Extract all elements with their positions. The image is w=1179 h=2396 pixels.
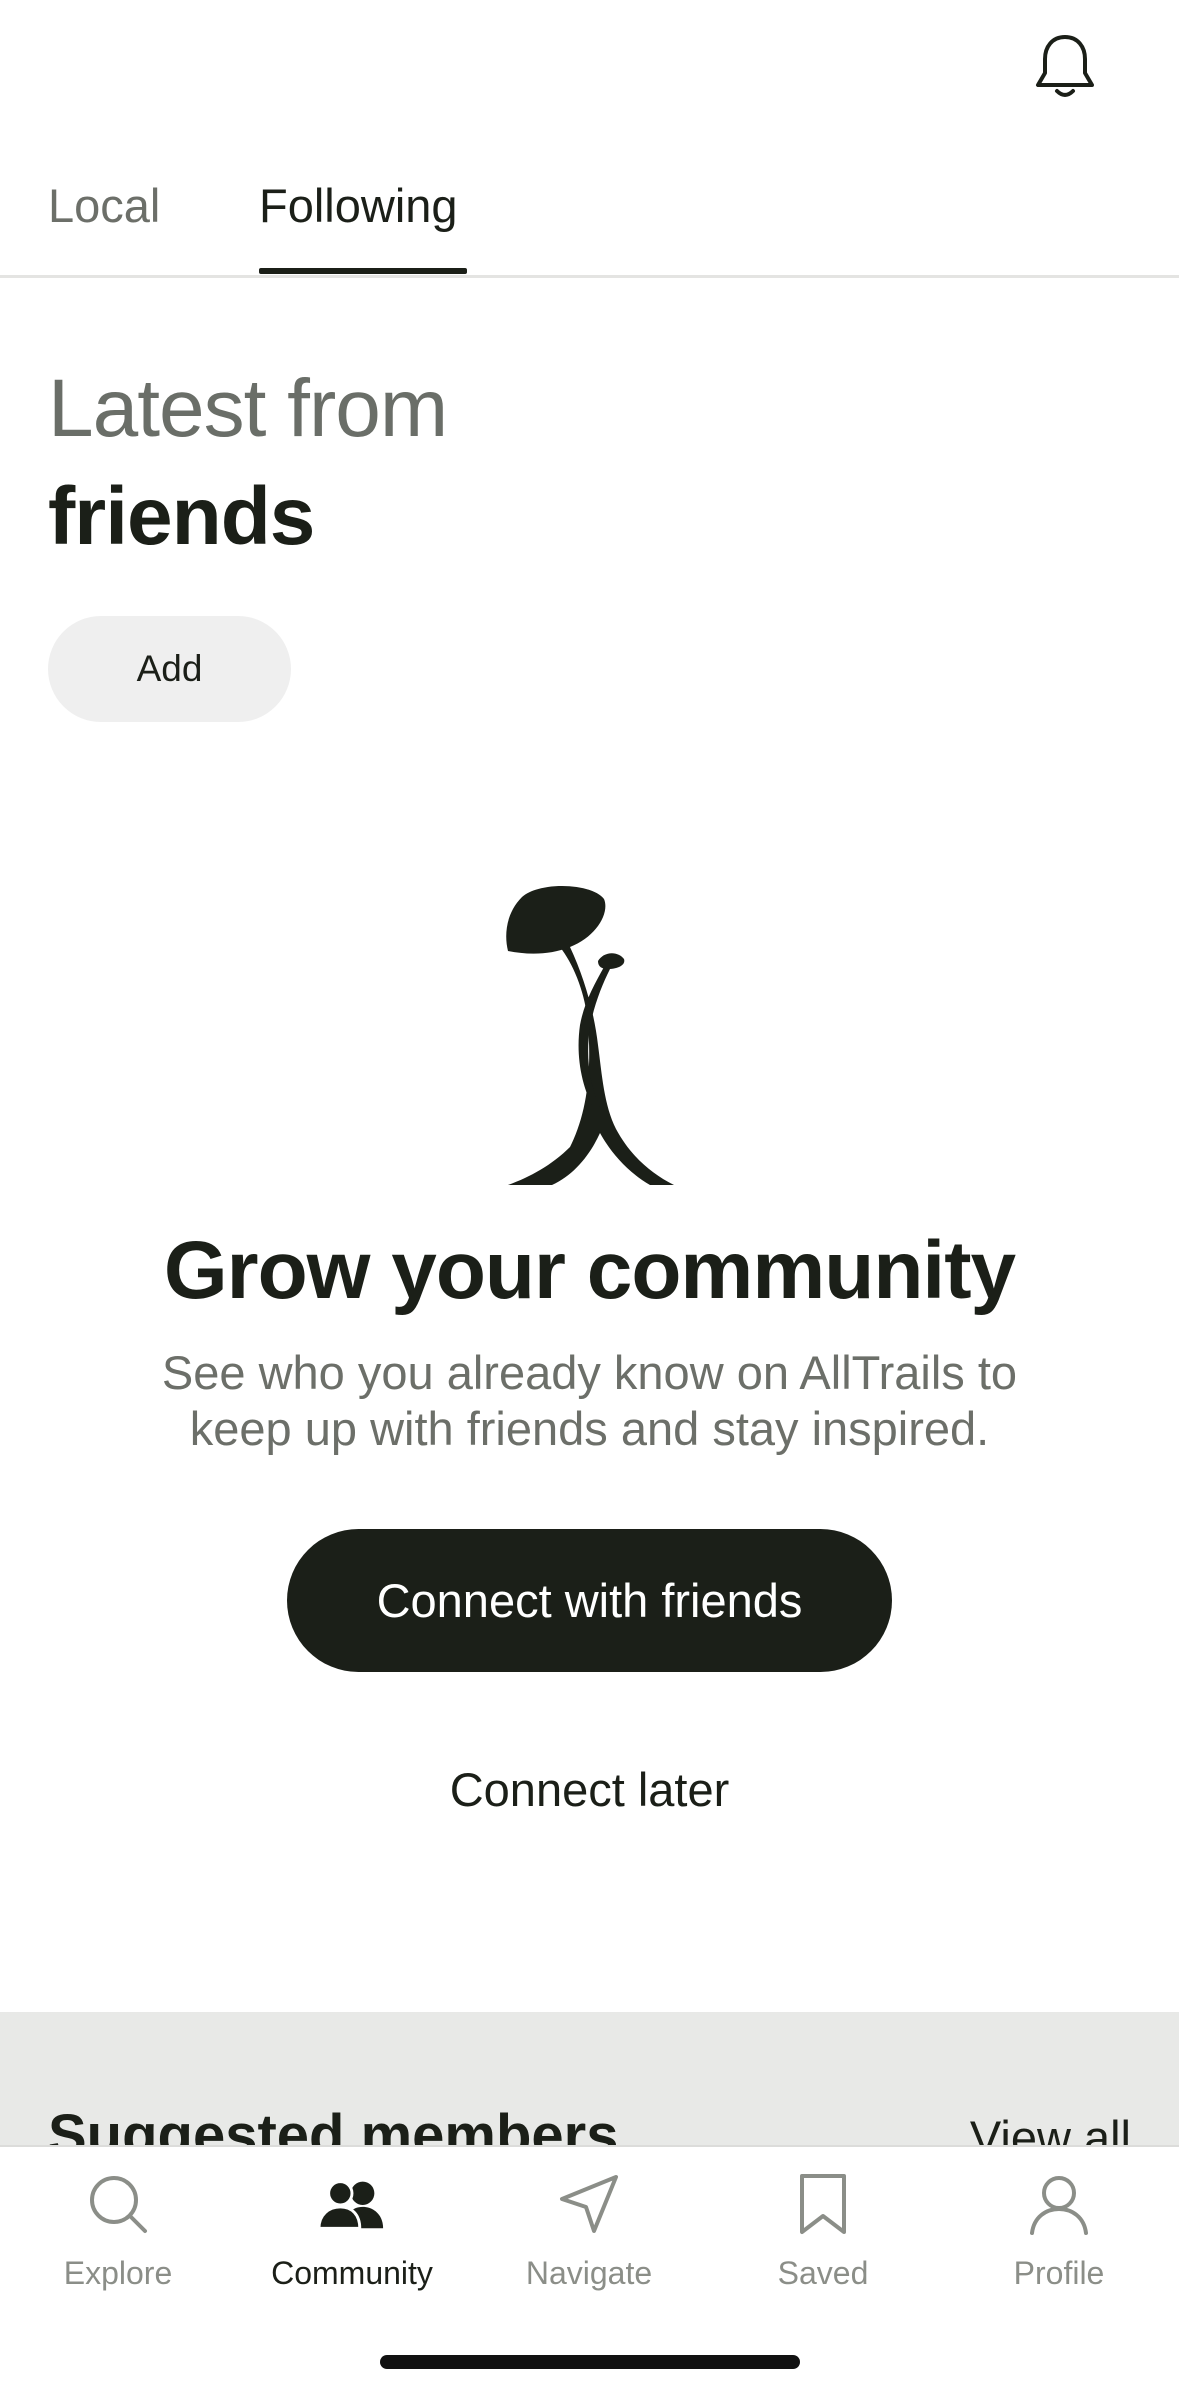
navigate-icon [554,2169,624,2239]
community-icon [317,2169,387,2239]
active-tab-indicator [259,268,467,274]
section-title-line2: friends [48,471,315,562]
search-icon [83,2169,153,2239]
nav-profile[interactable]: Profile [959,2169,1159,2309]
app-screen: Local Following Latest from friends Add … [0,0,1179,2396]
connect-later-button[interactable]: Connect later [0,1762,1179,1817]
nav-profile-label: Profile [1013,2255,1105,2291]
profile-icon [1024,2169,1094,2239]
empty-state-title: Grow your community [163,1225,1016,1316]
tab-local[interactable]: Local [48,178,160,233]
feed-tabs: Local Following [0,160,1179,278]
empty-state-description: See who you already know on AllTrails to… [161,1346,1018,1455]
nav-navigate[interactable]: Navigate [489,2169,689,2309]
section-title-line1: Latest from [48,363,448,454]
nav-explore-label: Explore [63,2255,173,2291]
home-indicator[interactable] [380,2355,800,2369]
tab-following[interactable]: Following [259,178,458,233]
nav-saved-label: Saved [777,2255,869,2291]
nav-community[interactable]: Community [252,2169,452,2309]
bell-icon[interactable] [1030,30,1100,104]
add-button[interactable]: Add [48,616,291,722]
connect-with-friends-button[interactable]: Connect with friends [287,1529,892,1672]
bookmark-icon [788,2169,858,2239]
nav-explore[interactable]: Explore [18,2169,218,2309]
nav-community-label: Community [271,2255,433,2291]
nav-navigate-label: Navigate [525,2255,653,2291]
mushroom-figure-illustration [500,885,680,1185]
nav-saved[interactable]: Saved [723,2169,923,2309]
